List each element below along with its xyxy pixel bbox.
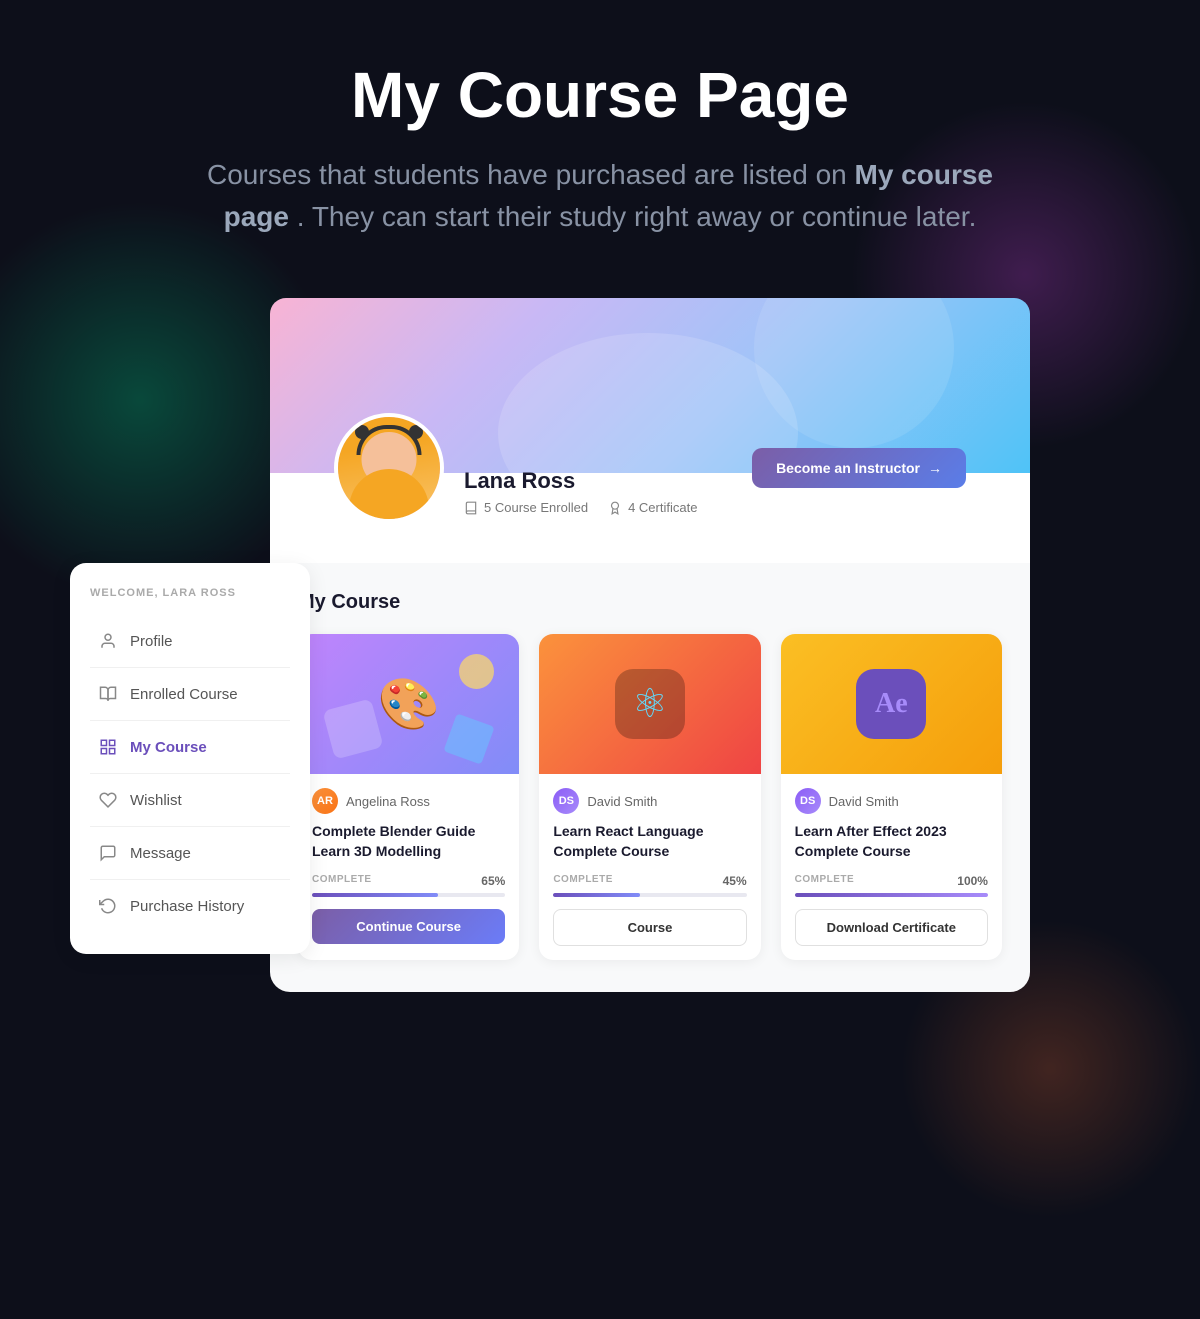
- course-card-aftereffects: Ae DS David Smith Learn After Effect 202…: [781, 634, 1002, 959]
- history-icon: [98, 896, 118, 916]
- profile-card: Lana Ross 5 Course Enrolled: [270, 298, 1030, 563]
- sidebar-enrolled-label: Enrolled Course: [130, 686, 238, 703]
- course-thumbnail-aftereffects: Ae: [781, 634, 1002, 774]
- course-author-aftereffects: DS David Smith: [795, 788, 988, 814]
- my-course-title: My Course: [298, 591, 1002, 614]
- course-thumbnail-react: ⚛: [539, 634, 760, 774]
- sidebar-purchase-history-label: Purchase History: [130, 898, 244, 915]
- sidebar-item-enrolled-course[interactable]: Enrolled Course: [90, 672, 290, 716]
- sidebar-wishlist-label: Wishlist: [130, 792, 182, 809]
- react-symbol: ⚛: [632, 681, 668, 727]
- course-body-react: DS David Smith Learn React Language Comp…: [539, 774, 760, 959]
- progress-bar-bg-blender: [312, 893, 505, 897]
- author-name-react: David Smith: [587, 794, 657, 809]
- progress-label-blender: COMPLETE: [312, 874, 372, 888]
- progress-bar-bg-react: [553, 893, 746, 897]
- course-title-aftereffects: Learn After Effect 2023 Complete Course: [795, 822, 988, 861]
- hero-section: My Course Page Courses that students hav…: [0, 0, 1200, 278]
- courses-enrolled-meta: 5 Course Enrolled: [464, 500, 588, 515]
- sidebar-divider-5: [90, 879, 290, 880]
- sidebar-my-course-label: My Course: [130, 739, 207, 756]
- hero-subtitle: Courses that students have purchased are…: [200, 154, 1000, 238]
- sidebar-item-message[interactable]: Message: [90, 831, 290, 875]
- sidebar-welcome: Welcome, Lara Ross: [90, 587, 290, 599]
- profile-meta: 5 Course Enrolled 4 Certificate: [464, 500, 752, 515]
- subtitle-plain: Courses that students have purchased are…: [207, 159, 855, 190]
- author-name-aftereffects: David Smith: [829, 794, 899, 809]
- book-open-icon: [98, 684, 118, 704]
- message-icon: [98, 843, 118, 863]
- author-avatar-react: DS: [553, 788, 579, 814]
- subtitle-end: . They can start their study right away …: [297, 201, 977, 232]
- progress-label-row-react: COMPLETE 45%: [553, 874, 746, 888]
- book-icon: [464, 501, 478, 515]
- profile-name: Lana Ross: [464, 468, 752, 494]
- courses-grid: 🎨 AR Angelina Ross Complete Blender Guid…: [298, 634, 1002, 959]
- progress-bar-fill-blender: [312, 893, 438, 897]
- author-avatar-aftereffects: DS: [795, 788, 821, 814]
- course-title-react: Learn React Language Complete Course: [553, 822, 746, 861]
- course-card-react: ⚛ DS David Smith Learn React Language Co…: [539, 634, 760, 959]
- progress-aftereffects: COMPLETE 100%: [795, 874, 988, 897]
- courses-enrolled-count: 5 Course Enrolled: [484, 500, 588, 515]
- sidebar-divider-1: [90, 667, 290, 668]
- progress-bar-fill-aftereffects: [795, 893, 988, 897]
- my-course-section: My Course 🎨: [270, 563, 1030, 991]
- sidebar-item-wishlist[interactable]: Wishlist: [90, 778, 290, 822]
- arrow-icon: →: [928, 460, 942, 476]
- sidebar-item-my-course[interactable]: My Course: [90, 725, 290, 769]
- sidebar-item-profile[interactable]: Profile: [90, 619, 290, 663]
- profile-info-row: Lana Ross 5 Course Enrolled: [302, 413, 998, 543]
- progress-bar-fill-react: [553, 893, 640, 897]
- blender-emoji: 🎨: [378, 675, 440, 734]
- sidebar-item-purchase-history[interactable]: Purchase History: [90, 884, 290, 928]
- sidebar-message-label: Message: [130, 845, 191, 862]
- certificates-count: 4 Certificate: [628, 500, 697, 515]
- author-avatar-blender: AR: [312, 788, 338, 814]
- author-name-blender: Angelina Ross: [346, 794, 430, 809]
- download-certificate-button[interactable]: Download Certificate: [795, 909, 988, 946]
- progress-label-react: COMPLETE: [553, 874, 613, 888]
- profile-card-body: Lana Ross 5 Course Enrolled: [270, 413, 1030, 563]
- page-title: My Course Page: [100, 60, 1100, 130]
- ae-text: Ae: [875, 688, 908, 720]
- progress-label-aftereffects: COMPLETE: [795, 874, 855, 888]
- avatar-image: [338, 417, 440, 519]
- progress-react: COMPLETE 45%: [553, 874, 746, 897]
- progress-bar-bg-aftereffects: [795, 893, 988, 897]
- ui-container: Lana Ross 5 Course Enrolled: [170, 298, 1030, 991]
- content-area: Welcome, Lara Ross Profile Enrolled Cour…: [270, 563, 1030, 991]
- progress-pct-blender: 65%: [481, 874, 505, 888]
- progress-pct-aftereffects: 100%: [957, 874, 988, 888]
- certificate-icon: [608, 501, 622, 515]
- sidebar-divider-4: [90, 826, 290, 827]
- course-thumbnail-blender: 🎨: [298, 634, 519, 774]
- course-card-blender: 🎨 AR Angelina Ross Complete Blender Guid…: [298, 634, 519, 959]
- become-instructor-button[interactable]: Become an Instructor →: [752, 448, 966, 488]
- heart-icon: [98, 790, 118, 810]
- progress-label-row-blender: COMPLETE 65%: [312, 874, 505, 888]
- sidebar-profile-label: Profile: [130, 633, 173, 650]
- my-course-icon: [98, 737, 118, 757]
- sidebar: Welcome, Lara Ross Profile Enrolled Cour…: [70, 563, 310, 954]
- course-author-react: DS David Smith: [553, 788, 746, 814]
- course-button-react[interactable]: Course: [553, 909, 746, 946]
- profile-details: Lana Ross 5 Course Enrolled: [464, 468, 752, 523]
- course-title-blender: Complete Blender Guide Learn 3D Modellin…: [312, 822, 505, 861]
- progress-pct-react: 45%: [723, 874, 747, 888]
- sidebar-divider-2: [90, 720, 290, 721]
- course-author-blender: AR Angelina Ross: [312, 788, 505, 814]
- course-body-aftereffects: DS David Smith Learn After Effect 2023 C…: [781, 774, 1002, 959]
- sidebar-divider-3: [90, 773, 290, 774]
- certificates-meta: 4 Certificate: [608, 500, 697, 515]
- user-icon: [98, 631, 118, 651]
- progress-blender: COMPLETE 65%: [312, 874, 505, 897]
- avatar: [334, 413, 444, 523]
- progress-label-row-aftereffects: COMPLETE 100%: [795, 874, 988, 888]
- course-body-blender: AR Angelina Ross Complete Blender Guide …: [298, 774, 519, 957]
- continue-course-button[interactable]: Continue Course: [312, 909, 505, 944]
